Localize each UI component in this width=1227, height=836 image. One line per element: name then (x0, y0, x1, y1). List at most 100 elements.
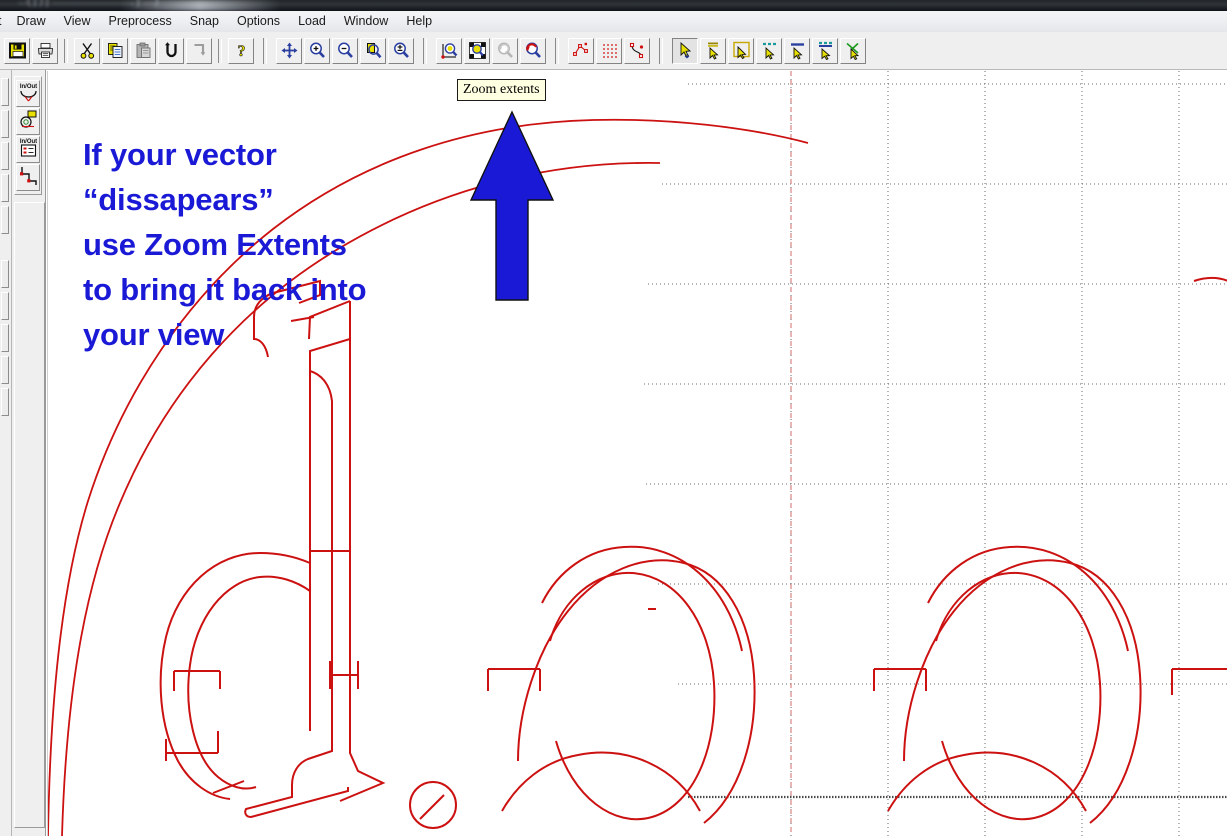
menu-draw[interactable]: Draw (7, 12, 54, 31)
step-profile-button[interactable] (16, 164, 40, 191)
select-arrow-button[interactable] (672, 37, 698, 64)
annotation-text: If your vector “dissapears” use Zoom Ext… (83, 137, 367, 352)
curve-node-icon (628, 41, 647, 60)
zoom-out-icon (336, 41, 355, 60)
edge-stub[interactable] (1, 142, 9, 170)
zoom-window-button[interactable] (360, 37, 386, 64)
edge-stub[interactable] (1, 78, 9, 106)
menu-help[interactable]: Help (397, 12, 441, 31)
select-line-icon (788, 41, 807, 60)
zoom-in-icon (308, 41, 327, 60)
menu-view[interactable]: View (55, 12, 100, 31)
node-edit-icon (572, 41, 591, 60)
zoom-scale-icon (392, 41, 411, 60)
edge-stub[interactable] (1, 356, 9, 384)
inout-curve-icon: In/Out (18, 80, 39, 108)
zoom-extents-icon (524, 41, 543, 60)
edge-stub[interactable] (1, 388, 9, 416)
grid-icon (600, 41, 619, 60)
select-line-button[interactable] (784, 37, 810, 64)
select-dashed-button[interactable] (756, 37, 782, 64)
menu-edit-clipped[interactable]: t (0, 12, 7, 31)
zoom-previous-button[interactable] (492, 37, 518, 64)
print-button[interactable] (32, 37, 58, 64)
grid-button[interactable] (596, 37, 622, 64)
inout-list-button[interactable]: In/Out (16, 136, 40, 163)
print-icon (36, 41, 55, 60)
annotation-arrow (468, 110, 556, 302)
curve-node-button[interactable] (624, 37, 650, 64)
save-icon (8, 41, 27, 60)
offset-button[interactable] (16, 108, 40, 135)
menu-load[interactable]: Load (289, 12, 335, 31)
menu-options[interactable]: Options (228, 12, 289, 31)
select-thick-icon (816, 41, 835, 60)
zoom-selection-icon (468, 41, 487, 60)
redo-icon (190, 41, 209, 60)
edge-stub[interactable] (1, 292, 9, 320)
zoom-selection-button[interactable] (464, 37, 490, 64)
edge-stub[interactable] (1, 260, 9, 288)
menu-window[interactable]: Window (335, 12, 397, 31)
pan-button[interactable] (276, 37, 302, 64)
zoom-origin-icon (440, 41, 459, 60)
node-edit-button[interactable] (568, 37, 594, 64)
left-tool-dock: In/Out In/Out (0, 70, 46, 836)
inout-curve-button[interactable]: In/Out (16, 80, 40, 107)
zoom-origin-button[interactable] (436, 37, 462, 64)
paste-icon (134, 41, 153, 60)
cut-path-button[interactable] (840, 37, 866, 64)
left-dock-button-group: In/Out In/Out (14, 76, 42, 195)
select-layer-button[interactable] (700, 37, 726, 64)
help-icon: ? (232, 41, 251, 60)
zoom-scale-button[interactable] (388, 37, 414, 64)
help-button[interactable]: ? (228, 37, 254, 64)
cut-path-icon (844, 41, 863, 60)
select-dashed-icon (760, 41, 779, 60)
cut-button[interactable] (74, 37, 100, 64)
zoom-in-button[interactable] (304, 37, 330, 64)
application-window: ...( j ) j .........................., j… (0, 0, 1227, 836)
copy-icon (106, 41, 125, 60)
save-button[interactable] (4, 37, 30, 64)
edge-stub[interactable] (1, 206, 9, 234)
zoom-window-icon (364, 41, 383, 60)
inout-list-icon: In/Out (18, 136, 39, 164)
svg-text:In/Out: In/Out (19, 84, 36, 90)
svg-text:In/Out: In/Out (19, 139, 36, 145)
left-dock-panel (14, 202, 45, 828)
toolbar-separator (218, 38, 222, 63)
toolbar-separator (555, 37, 559, 64)
zoom-previous-icon (496, 41, 515, 60)
zoom-extents-button[interactable] (520, 37, 546, 64)
svg-text:?: ? (237, 43, 245, 60)
title-bar-text: ...( j ) j .........................., j… (18, 0, 159, 7)
paste-button[interactable] (130, 37, 156, 64)
edge-stub[interactable] (1, 324, 9, 352)
select-boundary-button[interactable] (728, 37, 754, 64)
undo-button[interactable] (158, 37, 184, 64)
main-toolbar: ? (0, 32, 1227, 70)
select-thick-button[interactable] (812, 37, 838, 64)
redo-button[interactable] (186, 37, 212, 64)
menu-bar: t Draw View Preprocess Snap Options Load… (0, 11, 1227, 33)
up-arrow-icon (469, 110, 555, 301)
toolbar-separator (423, 37, 427, 64)
menu-snap[interactable]: Snap (181, 12, 228, 31)
edge-stub[interactable] (1, 110, 9, 138)
copy-button[interactable] (102, 37, 128, 64)
cut-icon (78, 41, 97, 60)
select-layer-icon (704, 41, 723, 60)
toolbar-separator (64, 38, 68, 63)
edge-stub[interactable] (1, 174, 9, 202)
step-profile-icon (18, 164, 39, 192)
zoom-out-button[interactable] (332, 37, 358, 64)
left-edge-strip (0, 70, 12, 836)
tooltip-zoom-extents: Zoom extents (457, 79, 546, 101)
toolbar-separator (659, 37, 663, 64)
select-arrow-icon (676, 41, 695, 60)
undo-icon (162, 41, 181, 60)
toolbar-separator (263, 37, 267, 64)
menu-preprocess[interactable]: Preprocess (100, 12, 181, 31)
title-bar: ...( j ) j .........................., j… (0, 0, 1227, 11)
